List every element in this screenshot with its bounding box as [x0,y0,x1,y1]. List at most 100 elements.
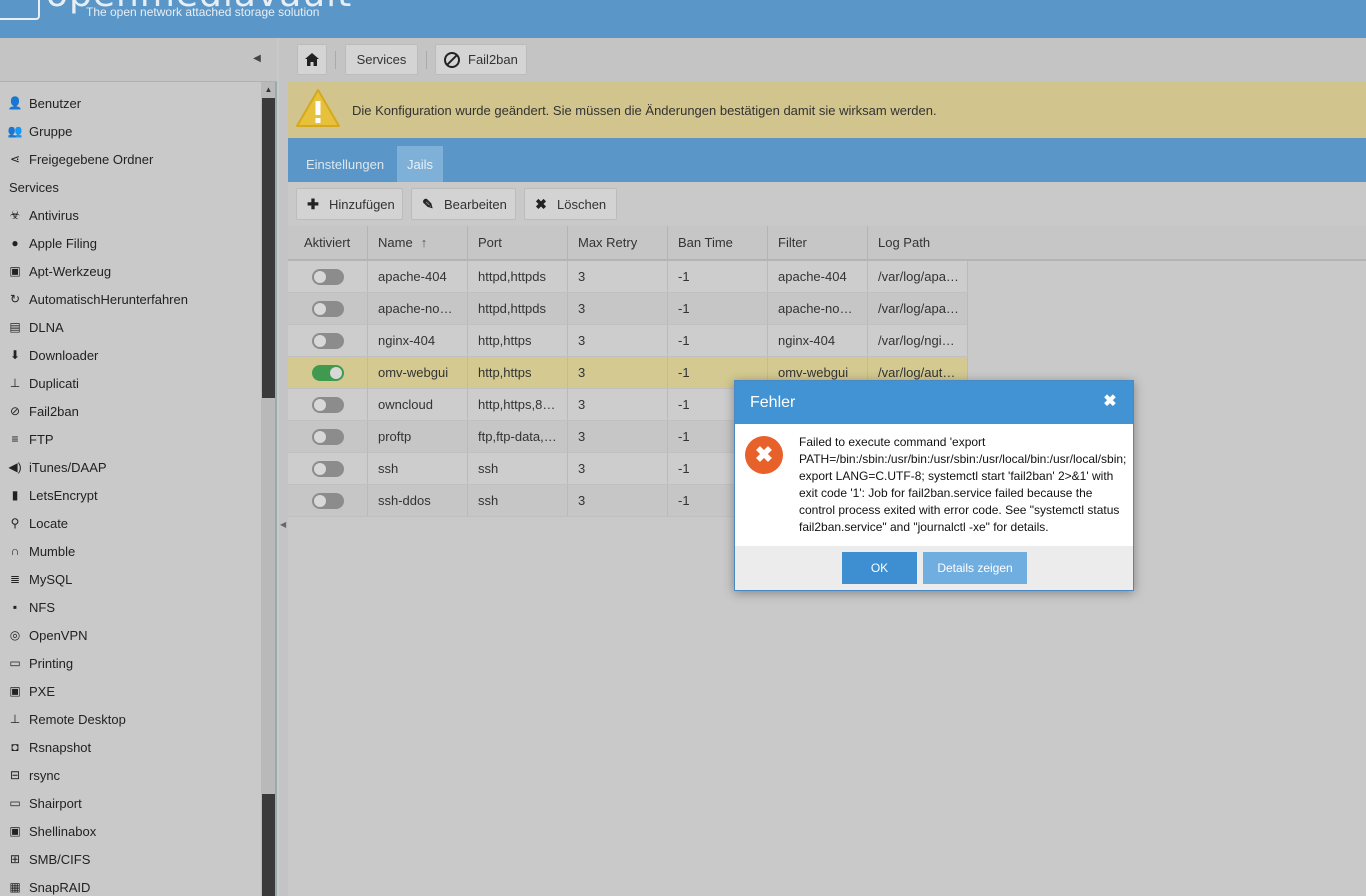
breadcrumb-fail2ban[interactable]: Fail2ban [435,44,527,75]
maxretry-cell[interactable]: 3 [568,261,668,292]
maxretry-cell[interactable]: 3 [568,453,668,484]
delete-button[interactable]: ✖ Löschen [524,188,617,220]
port-cell[interactable]: ssh [468,453,568,484]
sidebar-item-shellinabox[interactable]: ▣ Shellinabox [0,817,260,845]
collapse-nav-icon[interactable]: ◀ [250,52,264,66]
nav-scrollbar[interactable]: ▲ [261,82,275,896]
column-filter[interactable]: Filter [768,226,868,259]
sidebar-item-mumble[interactable]: ∩ Mumble [0,537,260,565]
sidebar-item-rsync[interactable]: ⊟ rsync [0,761,260,789]
name-cell[interactable]: owncloud [368,389,468,420]
enabled-toggle[interactable] [312,364,344,381]
breadcrumb-services[interactable]: Services [345,44,418,75]
column-port[interactable]: Port [468,226,568,259]
sidebar-item-pxe[interactable]: ▣ PXE [0,677,260,705]
enabled-toggle[interactable] [312,492,344,509]
logpath-cell[interactable]: /var/log/apa… [868,261,968,292]
close-icon[interactable]: ✖ [1101,393,1119,411]
sidebar-item-ftp[interactable]: ≡ FTP [0,425,260,453]
port-cell[interactable]: ssh [468,485,568,516]
name-cell[interactable]: nginx-404 [368,325,468,356]
column-name[interactable]: Name ↑ [368,226,468,259]
name-cell[interactable]: apache-no… [368,293,468,324]
bantime-cell[interactable]: -1 [668,325,768,356]
sidebar-item-gruppe[interactable]: 👥 Gruppe [0,117,260,145]
enabled-toggle[interactable] [312,460,344,477]
sidebar-item-smb-cifs[interactable]: ⊞ SMB/CIFS [0,845,260,873]
logpath-cell[interactable]: /var/log/apa… [868,293,968,324]
add-button[interactable]: ✚ Hinzufügen [296,188,403,220]
power-cycle-icon: ↻ [9,292,21,306]
sidebar-item-letsencrypt[interactable]: ▮ LetsEncrypt [0,481,260,509]
sidebar-item-nfs[interactable]: ▪ NFS [0,593,260,621]
table-row[interactable]: apache-no… httpd,httpds 3 -1 apache-no… /var/… [288,293,968,325]
show-details-button[interactable]: Details zeigen [923,552,1027,584]
tab-einstellungen[interactable]: Einstellungen [296,146,394,182]
sidebar-item-freigegebene-ordner[interactable]: ⋖ Freigegebene Ordner [0,145,260,173]
name-cell[interactable]: apache-404 [368,261,468,292]
sidebar-item-apt-werkzeug[interactable]: ▣ Apt-Werkzeug [0,257,260,285]
name-cell[interactable]: omv-webgui [368,357,468,388]
enabled-toggle[interactable] [312,396,344,413]
port-cell[interactable]: httpd,httpds [468,261,568,292]
enabled-toggle[interactable] [312,268,344,285]
edit-button[interactable]: ✎ Bearbeiten [411,188,516,220]
bantime-cell[interactable]: -1 [668,293,768,324]
port-cell[interactable]: httpd,httpds [468,293,568,324]
enabled-toggle[interactable] [312,428,344,445]
sidebar-item-dlna[interactable]: ▤ DLNA [0,313,260,341]
maxretry-cell[interactable]: 3 [568,325,668,356]
column-log-path[interactable]: Log Path [868,226,968,259]
maxretry-cell[interactable]: 3 [568,389,668,420]
sidebar-item-downloader[interactable]: ⬇ Downloader [0,341,260,369]
maxretry-value: 3 [578,333,586,348]
column-ban-time[interactable]: Ban Time [668,226,768,259]
bantime-cell[interactable]: -1 [668,261,768,292]
maxretry-cell[interactable]: 3 [568,293,668,324]
sidebar-item-locate[interactable]: ⚲ Locate [0,509,260,537]
breadcrumb-home[interactable] [297,44,327,75]
sidebar-item-snapraid[interactable]: ▦ SnapRAID [0,873,260,896]
sidebar-item-apple-filing[interactable]: ● Apple Filing [0,229,260,257]
scrollbar-thumb[interactable] [262,98,275,398]
port-cell[interactable]: http,https,8… [468,389,568,420]
column-aktiviert[interactable]: Aktiviert [288,226,368,259]
port-cell[interactable]: ftp,ftp-data,… [468,421,568,452]
sidebar-item-benutzer[interactable]: 👤 Benutzer [0,89,260,117]
logpath-cell[interactable]: /var/log/ngi… [868,325,968,356]
sidebar-item-fail2ban[interactable]: ⊘ Fail2ban [0,397,260,425]
enabled-toggle[interactable] [312,332,344,349]
scrollbar-track-segment[interactable] [262,794,275,896]
sidebar-item-printing[interactable]: ▭ Printing [0,649,260,677]
maxretry-cell[interactable]: 3 [568,357,668,388]
tab-jails[interactable]: Jails [397,146,444,182]
scroll-up-icon[interactable]: ▲ [261,84,275,96]
table-row[interactable]: apache-404 httpd,httpds 3 -1 apache-404/var/… [288,261,968,293]
filter-cell[interactable]: apache-404 [768,261,868,292]
splitter-arrow-icon[interactable]: ◀ [280,520,286,529]
enabled-toggle[interactable] [312,300,344,317]
sidebar-item-mysql[interactable]: ≣ MySQL [0,565,260,593]
sidebar-item-remote-desktop[interactable]: ⊥ Remote Desktop [0,705,260,733]
panel-splitter[interactable]: ◀ [279,38,288,896]
port-cell[interactable]: http,https [468,357,568,388]
port-cell[interactable]: http,https [468,325,568,356]
maxretry-cell[interactable]: 3 [568,421,668,452]
sidebar-item-itunes-daap[interactable]: ◀) iTunes/DAAP [0,453,260,481]
name-cell[interactable]: ssh-ddos [368,485,468,516]
dialog-header[interactable]: Fehler ✖ [735,381,1133,424]
column-max-retry[interactable]: Max Retry [568,226,668,259]
sidebar-item-duplicati[interactable]: ⊥ Duplicati [0,369,260,397]
name-cell[interactable]: proftp [368,421,468,452]
sidebar-item-antivirus[interactable]: ☣ Antivirus [0,201,260,229]
sidebar-item-automatischherunterfahren[interactable]: ↻ AutomatischHerunterfahren [0,285,260,313]
filter-cell[interactable]: nginx-404 [768,325,868,356]
filter-cell[interactable]: apache-no… [768,293,868,324]
sidebar-item-shairport[interactable]: ▭ Shairport [0,789,260,817]
ok-button[interactable]: OK [842,552,917,584]
maxretry-cell[interactable]: 3 [568,485,668,516]
table-row[interactable]: nginx-404 http,https 3 -1 nginx-404/var/log/… [288,325,968,357]
sidebar-item-rsnapshot[interactable]: ◘ Rsnapshot [0,733,260,761]
sidebar-item-openvpn[interactable]: ◎ OpenVPN [0,621,260,649]
name-cell[interactable]: ssh [368,453,468,484]
